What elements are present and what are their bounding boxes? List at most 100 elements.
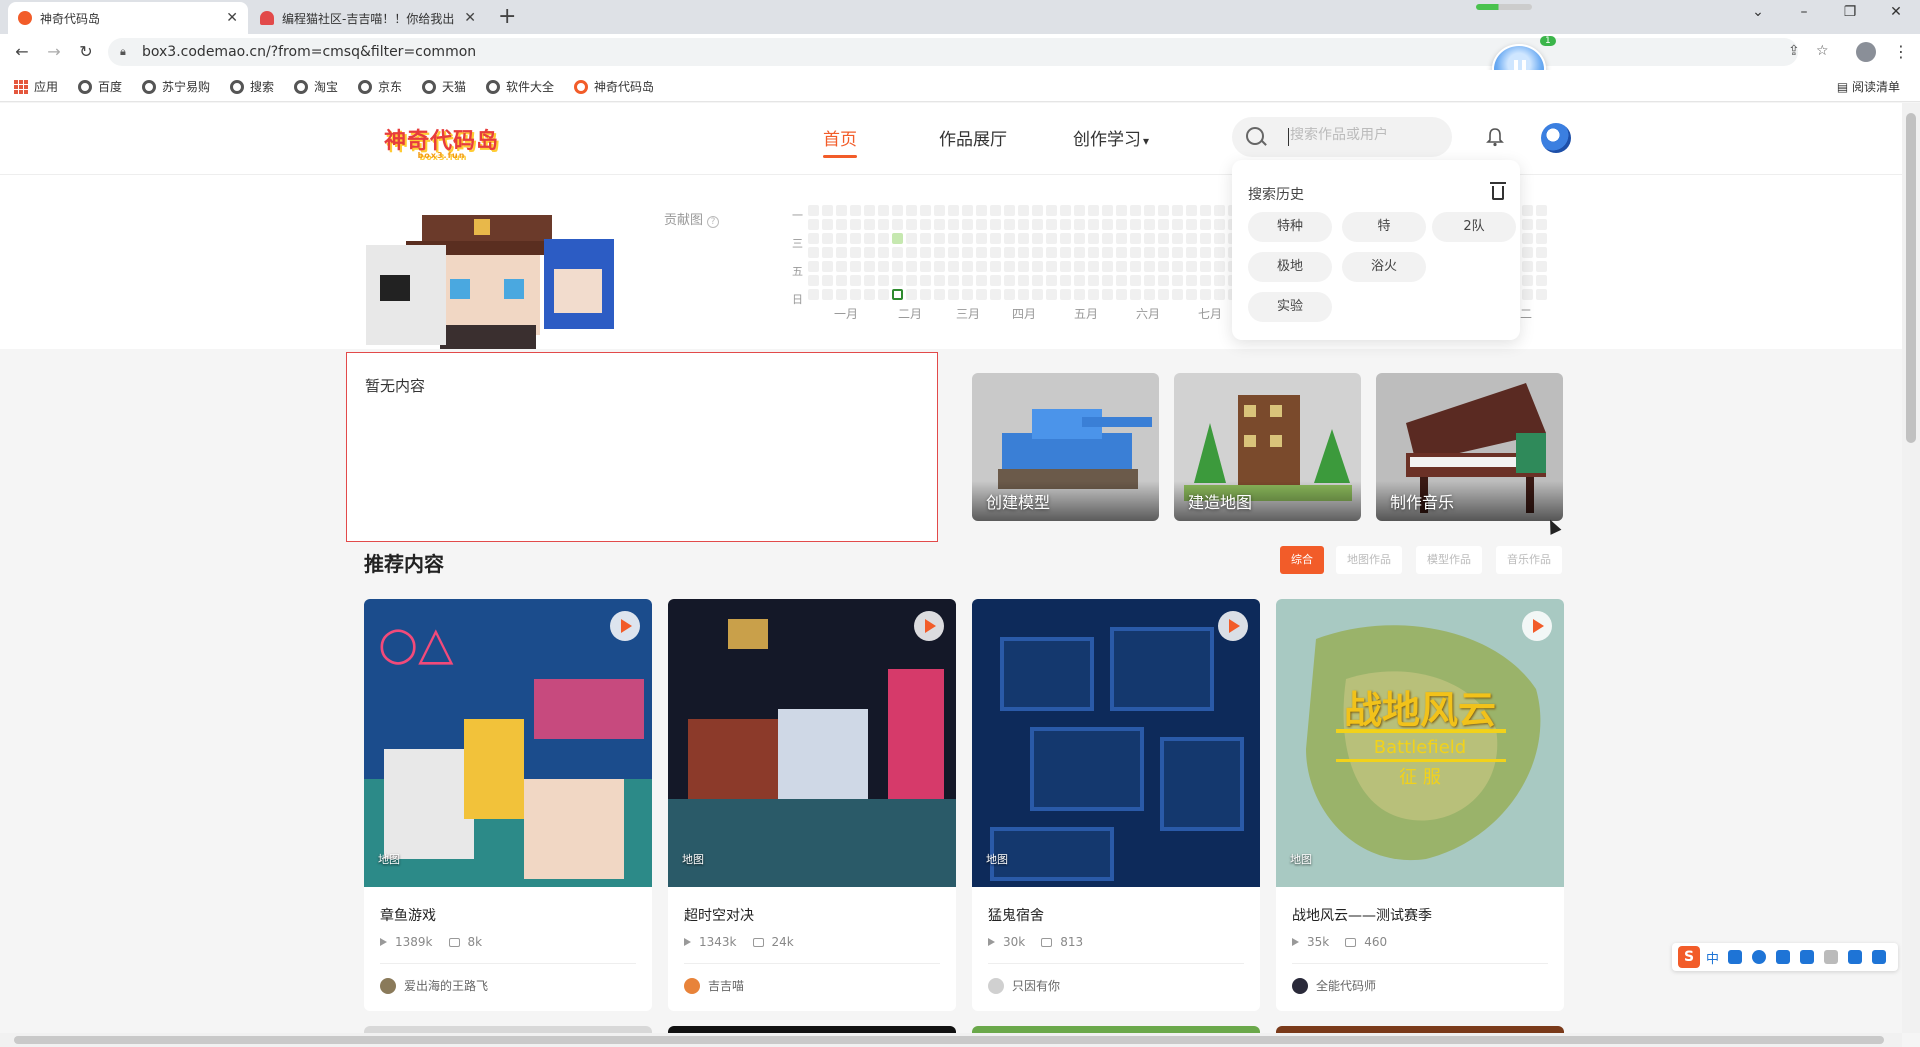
emoji-icon[interactable]	[1752, 950, 1767, 964]
nav-home[interactable]: 首页	[823, 125, 857, 158]
close-window-button[interactable]: ✕	[1886, 4, 1906, 20]
contribution-cell	[934, 289, 945, 300]
bookmark-taobao[interactable]: 淘宝	[294, 78, 338, 95]
work-author[interactable]: 只因有你	[988, 977, 1060, 994]
minimize-button[interactable]: –	[1794, 4, 1814, 20]
history-chip[interactable]: 实验	[1248, 292, 1332, 322]
forward-button[interactable]: →	[44, 42, 64, 61]
ime-mode[interactable]: 中	[1706, 948, 1719, 967]
create-model-card[interactable]: 创建模型	[972, 373, 1159, 521]
bookmark-tmall[interactable]: 天猫	[422, 78, 466, 95]
bookmark-baidu[interactable]: 百度	[78, 78, 122, 95]
month-label: 四月	[1012, 307, 1037, 321]
contribution-cell	[920, 289, 931, 300]
filter-all[interactable]: 综合	[1280, 546, 1324, 574]
contribution-cell	[1522, 275, 1533, 286]
ime-toolbar[interactable]: S 中	[1672, 943, 1898, 971]
work-author[interactable]: 爱出海的王路飞	[380, 977, 488, 994]
search-input[interactable]	[1290, 127, 1440, 143]
history-chip[interactable]: 极地	[1248, 252, 1332, 282]
reload-button[interactable]: ↻	[76, 42, 96, 61]
scrollbar-thumb[interactable]	[14, 1036, 1884, 1044]
contribution-cell	[1200, 247, 1211, 258]
work-card[interactable]: ○△ 地图 章鱼游戏 1389k 8k 爱出海的王路飞	[364, 599, 652, 1011]
bookmark-search[interactable]: 搜索	[230, 78, 274, 95]
contribution-cell	[1536, 289, 1547, 300]
reading-list-button[interactable]: ▤ 阅读清单	[1837, 78, 1900, 95]
contribution-cell	[1186, 275, 1197, 286]
history-chip[interactable]: 特种	[1248, 212, 1332, 242]
bell-icon[interactable]	[1486, 127, 1504, 147]
maximize-button[interactable]: ❐	[1840, 4, 1860, 20]
work-stats: 1343k 24k	[684, 935, 794, 949]
play-icon[interactable]	[1218, 611, 1248, 641]
keyboard-icon[interactable]	[1800, 950, 1815, 964]
work-card[interactable]: 地图 猛鬼宿舍 30k 813 只因有你	[972, 599, 1260, 1011]
tab-shenqi[interactable]: 神奇代码岛 ✕	[8, 2, 248, 34]
user-avatar[interactable]	[1541, 123, 1571, 153]
contribution-cell	[1522, 261, 1533, 272]
skin-icon[interactable]	[1848, 950, 1863, 964]
work-author[interactable]: 吉吉喵	[684, 977, 744, 994]
horizontal-scrollbar[interactable]	[0, 1033, 1902, 1047]
vertical-scrollbar[interactable]	[1902, 103, 1920, 1033]
play-icon[interactable]	[1522, 611, 1552, 641]
contribution-cell	[836, 233, 847, 244]
contribution-cell	[850, 289, 861, 300]
work-card[interactable]: 地图 超时空对决 1343k 24k 吉吉喵	[668, 599, 956, 1011]
bookmark-jd[interactable]: 京东	[358, 78, 402, 95]
contribution-cell	[934, 261, 945, 272]
punctuation-icon[interactable]	[1728, 950, 1743, 964]
contribution-cell	[906, 219, 917, 230]
comment-count: 813	[1060, 935, 1084, 949]
tab-close-icon[interactable]: ✕	[464, 10, 476, 26]
scrollbar-thumb[interactable]	[1906, 113, 1916, 443]
site-logo[interactable]: 神奇代码岛 box3.fun	[384, 123, 499, 160]
history-chip[interactable]: 2队	[1432, 212, 1516, 242]
play-icon[interactable]	[610, 611, 640, 641]
nav-gallery[interactable]: 作品展厅	[939, 125, 1007, 150]
work-title[interactable]: 超时空对决	[684, 905, 754, 925]
filter-maps[interactable]: 地图作品	[1336, 546, 1402, 574]
tab-search-chevron-icon[interactable]: ⌄	[1748, 4, 1768, 20]
work-title[interactable]: 战地风云——测试赛季	[1292, 905, 1432, 925]
voice-icon[interactable]	[1776, 950, 1791, 964]
filter-music[interactable]: 音乐作品	[1496, 546, 1562, 574]
browser-menu-icon[interactable]: ⋮	[1893, 42, 1909, 61]
contribution-cell	[1158, 275, 1169, 286]
work-title[interactable]: 章鱼游戏	[380, 905, 436, 925]
make-music-card[interactable]: 制作音乐	[1376, 373, 1563, 521]
bookmark-software[interactable]: 软件大全	[486, 78, 554, 95]
contribution-cell	[836, 247, 847, 258]
bookmark-shenqi[interactable]: 神奇代码岛	[574, 78, 654, 95]
work-title[interactable]: 猛鬼宿舍	[988, 905, 1044, 925]
toolbox-icon[interactable]	[1872, 950, 1887, 964]
bookmark-star-icon[interactable]: ☆	[1816, 43, 1829, 59]
author-avatar	[380, 977, 396, 994]
bookmark-apps[interactable]: 应用	[14, 78, 58, 95]
work-card[interactable]: 战地风云 Battlefield 征 服 地图 战地风云——测试赛季 35k 46…	[1276, 599, 1564, 1011]
lock-icon: 🔒︎	[120, 45, 126, 58]
user-icon[interactable]	[1824, 950, 1839, 964]
contribution-cell	[948, 233, 959, 244]
tab-codemao[interactable]: 编程猫社区-吉吉喵！！你给我出 ✕	[250, 2, 486, 34]
work-author[interactable]: 全能代码师	[1292, 977, 1376, 994]
chrome-profile-icon[interactable]	[1856, 42, 1876, 62]
history-chip[interactable]: 浴火	[1342, 252, 1426, 282]
filter-models[interactable]: 模型作品	[1416, 546, 1482, 574]
play-icon[interactable]	[914, 611, 944, 641]
nav-learn[interactable]: 创作学习 ▾	[1073, 125, 1149, 150]
help-icon[interactable]: ?	[707, 216, 720, 228]
reading-list-label: 阅读清单	[1851, 80, 1900, 94]
tab-close-icon[interactable]: ✕	[226, 10, 238, 26]
build-map-card[interactable]: 建造地图	[1174, 373, 1361, 521]
trash-icon[interactable]	[1490, 182, 1506, 200]
history-chip[interactable]: 特	[1342, 212, 1426, 242]
new-tab-button[interactable]: +	[498, 6, 516, 28]
share-icon[interactable]: ⇪	[1788, 43, 1800, 59]
work-stats: 30k 813	[988, 935, 1083, 949]
back-button[interactable]: ←	[12, 42, 32, 61]
bookmark-suning[interactable]: 苏宁易购	[142, 78, 210, 95]
contribution-cell	[990, 205, 1001, 216]
site-search[interactable]	[1232, 117, 1452, 157]
